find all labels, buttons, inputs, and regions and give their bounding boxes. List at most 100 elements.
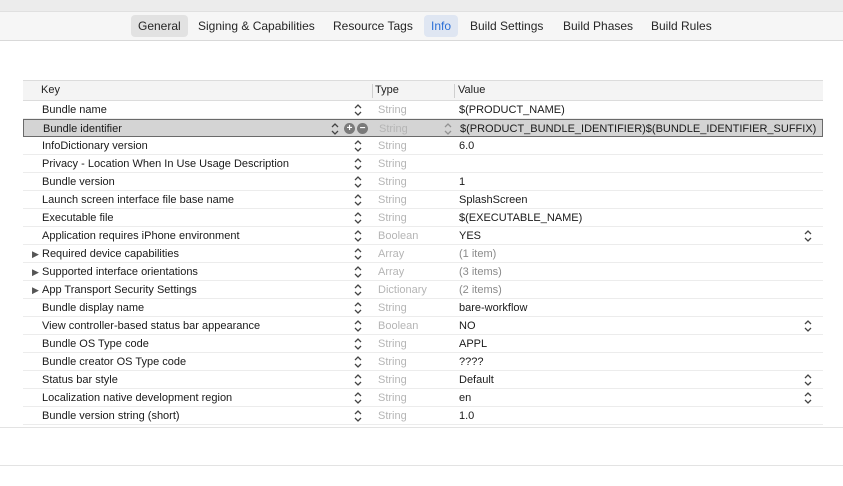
value-popup-chevron-icon[interactable] [803,318,813,334]
row-value[interactable]: (3 items) [459,263,502,281]
up-down-chevron-icon[interactable] [353,300,363,316]
row-type[interactable]: Dictionary [378,281,427,299]
row-key[interactable]: Application requires iPhone environment [42,227,342,245]
row-type[interactable]: String [378,173,407,191]
table-row[interactable]: Bundle name String $(PRODUCT_NAME) [23,101,823,119]
row-value[interactable]: 1 [459,173,465,191]
type-popup-chevron-icon[interactable] [443,121,453,137]
value-popup-chevron-icon[interactable] [803,390,813,406]
up-down-chevron-icon[interactable] [353,192,363,208]
column-divider[interactable] [454,84,455,98]
table-row[interactable]: Localization native development region St… [23,389,823,407]
row-type[interactable]: Boolean [378,227,418,245]
up-down-chevron-icon[interactable] [353,372,363,388]
row-value[interactable]: Default [459,371,494,389]
disclosure-triangle-icon[interactable]: ▶ [32,281,39,299]
disclosure-triangle-icon[interactable]: ▶ [32,245,39,263]
row-key[interactable]: Bundle display name [42,299,342,317]
up-down-chevron-icon[interactable] [353,228,363,244]
tab-general[interactable]: General [131,15,188,37]
table-row[interactable]: Launch screen interface file base name St… [23,191,823,209]
up-down-chevron-icon[interactable] [353,318,363,334]
table-row[interactable]: View controller-based status bar appeara… [23,317,823,335]
row-key[interactable]: Bundle name [42,101,342,119]
row-type[interactable]: String [378,299,407,317]
up-down-chevron-icon[interactable] [353,390,363,406]
value-popup-chevron-icon[interactable] [803,372,813,388]
column-header-type[interactable]: Type [375,84,399,96]
row-value[interactable]: SplashScreen [459,191,528,209]
up-down-chevron-icon[interactable] [353,336,363,352]
row-value[interactable]: ???? [459,353,483,371]
row-type[interactable]: Array [378,263,404,281]
column-divider[interactable] [372,84,373,98]
value-popup-chevron-icon[interactable] [803,228,813,244]
tab-info[interactable]: Info [424,15,459,37]
tab-build-settings[interactable]: Build Settings [463,15,550,37]
minus-circle-icon[interactable]: − [357,123,368,134]
table-row[interactable]: Privacy - Location When In Use Usage Des… [23,155,823,173]
table-row[interactable]: ▶ App Transport Security Settings Dictiona… [23,281,823,299]
table-row[interactable]: Bundle identifier + − String $(PRODUCT_BUNDL… [23,119,823,137]
row-type[interactable]: String [378,353,407,371]
row-value[interactable]: 6.0 [459,137,474,155]
disclosure-triangle-icon[interactable]: ▶ [32,263,39,281]
row-value[interactable]: bare-workflow [459,299,527,317]
row-key[interactable]: Bundle version string (short) [42,407,342,425]
up-down-chevron-icon[interactable] [353,264,363,280]
row-key[interactable]: Bundle creator OS Type code [42,353,342,371]
row-key[interactable]: Launch screen interface file base name [42,191,342,209]
row-type[interactable]: Array [378,245,404,263]
row-type[interactable]: String [379,120,408,138]
row-key[interactable]: Supported interface orientations [42,263,342,281]
table-row[interactable]: ▶ Required device capabilities Array (1 ite… [23,245,823,263]
row-type[interactable]: String [378,209,407,227]
column-header-key[interactable]: Key [41,84,60,96]
row-value[interactable]: $(PRODUCT_NAME) [459,101,565,119]
up-down-chevron-icon[interactable] [353,210,363,226]
row-value[interactable]: NO [459,317,476,335]
table-row[interactable]: Bundle display name String bare-workflow [23,299,823,317]
row-key[interactable]: App Transport Security Settings [42,281,342,299]
row-type[interactable]: String [378,101,407,119]
row-key[interactable]: Privacy - Location When In Use Usage Des… [42,155,342,173]
row-key[interactable]: Localization native development region [42,389,342,407]
row-key[interactable]: View controller-based status bar appeara… [42,317,342,335]
table-row[interactable]: InfoDictionary version String 6.0 [23,137,823,155]
row-value[interactable]: APPL [459,335,487,353]
up-down-chevron-icon[interactable] [353,102,363,118]
up-down-chevron-icon[interactable] [353,246,363,262]
row-value[interactable]: 1.0 [459,407,474,425]
row-value[interactable]: (1 item) [459,245,496,263]
row-key[interactable]: Bundle version [42,173,342,191]
row-key[interactable]: Bundle identifier [43,120,343,138]
up-down-chevron-icon[interactable] [353,354,363,370]
row-key[interactable]: Status bar style [42,371,342,389]
row-key[interactable]: Executable file [42,209,342,227]
table-row[interactable]: Bundle version string (short) String 1.0 [23,407,823,425]
up-down-chevron-icon[interactable] [353,282,363,298]
plus-circle-icon[interactable]: + [344,123,355,134]
row-type[interactable]: String [378,191,407,209]
tab-signing-capabilities[interactable]: Signing & Capabilities [191,15,322,37]
tab-resource-tags[interactable]: Resource Tags [326,15,420,37]
table-row[interactable]: Executable file String $(EXECUTABLE_NAME) [23,209,823,227]
row-type[interactable]: String [378,389,407,407]
row-type[interactable]: String [378,335,407,353]
row-value[interactable]: $(PRODUCT_BUNDLE_IDENTIFIER)$(BUNDLE_IDE… [460,120,816,138]
row-type[interactable]: String [378,155,407,173]
tab-build-phases[interactable]: Build Phases [556,15,640,37]
up-down-chevron-icon[interactable] [353,174,363,190]
tab-build-rules[interactable]: Build Rules [644,15,719,37]
row-type[interactable]: String [378,407,407,425]
table-row[interactable]: Application requires iPhone environment B… [23,227,823,245]
row-value[interactable]: $(EXECUTABLE_NAME) [459,209,582,227]
up-down-chevron-icon[interactable] [353,138,363,154]
row-key[interactable]: Bundle OS Type code [42,335,342,353]
table-row[interactable]: Bundle creator OS Type code String???? [23,353,823,371]
row-type[interactable]: String [378,137,407,155]
up-down-chevron-icon[interactable] [330,121,340,137]
row-type[interactable]: String [378,371,407,389]
up-down-chevron-icon[interactable] [353,156,363,172]
table-row[interactable]: Status bar style String Default [23,371,823,389]
